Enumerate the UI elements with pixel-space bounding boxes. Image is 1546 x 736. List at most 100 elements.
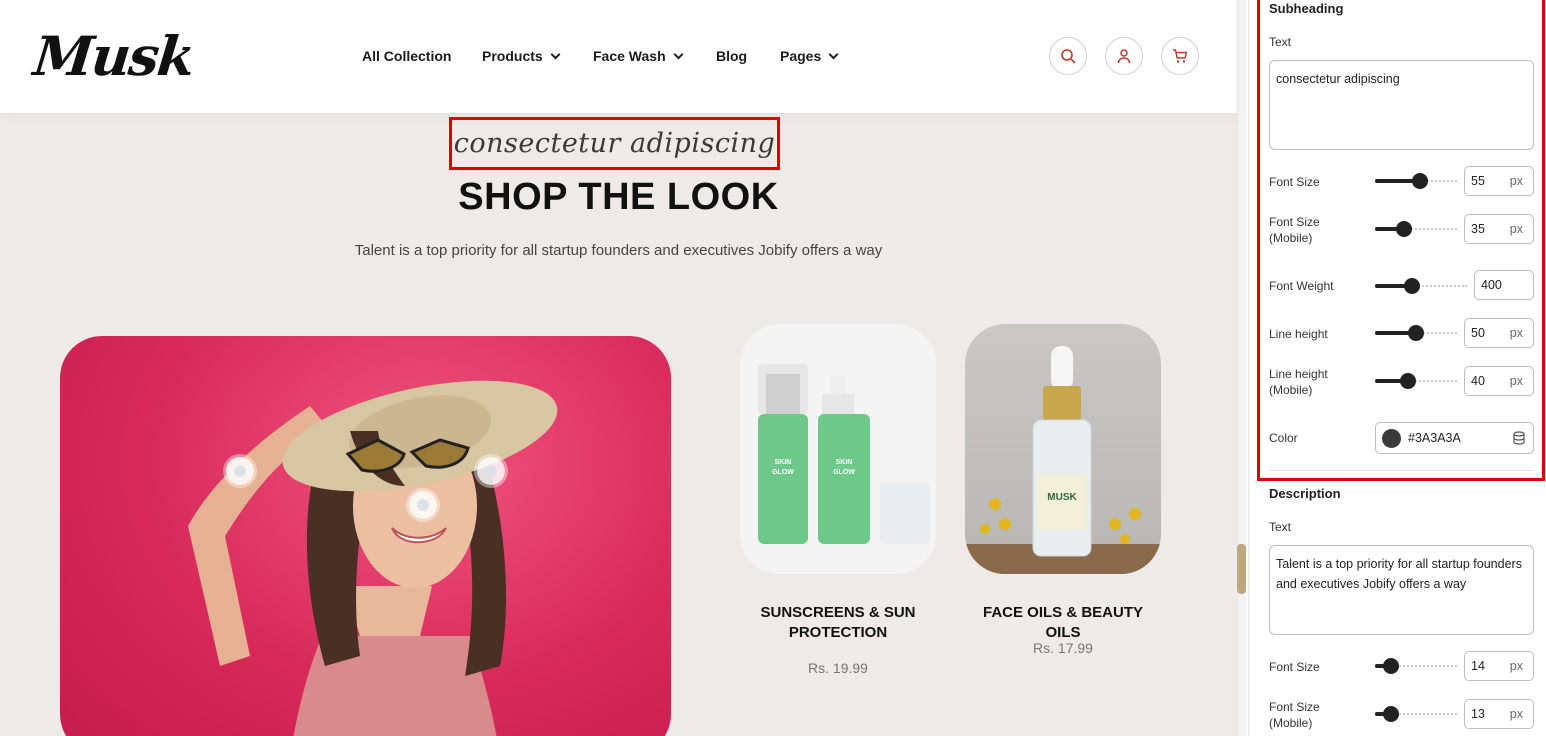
color-label: Color <box>1269 431 1298 445</box>
preview-scrollbar[interactable] <box>1237 0 1246 736</box>
line-height-slider[interactable] <box>1375 325 1457 341</box>
font-size-mobile-label: Font Size (Mobile) <box>1269 215 1320 245</box>
svg-text:SKIN: SKIN <box>775 459 792 466</box>
product-name[interactable]: FACE OILS & BEAUTY OILS <box>965 603 1161 643</box>
search-button[interactable] <box>1049 37 1087 75</box>
nav-face-wash[interactable]: Face Wash <box>593 48 684 64</box>
nav-label: Face Wash <box>593 48 666 64</box>
value: 55 <box>1471 174 1485 188</box>
logo[interactable]: Musk <box>31 24 197 88</box>
unit: px <box>1509 174 1523 188</box>
slider-handle[interactable] <box>1412 173 1429 189</box>
value: 35 <box>1471 222 1485 236</box>
svg-text:GLOW: GLOW <box>772 469 794 476</box>
scrollbar-thumb[interactable] <box>1237 544 1246 594</box>
desc-font-size-input[interactable]: 14 px <box>1464 651 1534 681</box>
slider-handle[interactable] <box>1399 373 1416 389</box>
font-size-label: Font Size <box>1269 175 1320 189</box>
section-title: SHOP THE LOOK <box>458 176 779 218</box>
slider-handle[interactable] <box>1403 278 1420 294</box>
nav-label: All Collection <box>362 48 452 64</box>
desc-font-size-mobile-slider[interactable] <box>1375 706 1457 722</box>
product-image: SKIN GLOW SKIN GLOW <box>758 364 930 544</box>
unit: px <box>1509 707 1523 721</box>
slider-handle[interactable] <box>1408 325 1424 341</box>
nav-pages[interactable]: Pages <box>780 48 839 64</box>
value: 400 <box>1481 278 1502 292</box>
svg-text:GLOW: GLOW <box>833 469 855 476</box>
svg-text:SKIN: SKIN <box>836 459 853 466</box>
text-label: Text <box>1269 520 1292 534</box>
desc-font-size-slider[interactable] <box>1375 658 1457 674</box>
hotspot-3[interactable] <box>409 491 437 519</box>
nav-label: Pages <box>780 48 822 64</box>
nav-products[interactable]: Products <box>482 48 561 64</box>
section-description: Talent is a top priority for all startup… <box>354 242 883 259</box>
slider-handle[interactable] <box>1383 706 1400 722</box>
unit: px <box>1509 326 1523 340</box>
font-size-mobile-slider[interactable] <box>1375 221 1457 237</box>
slider-handle[interactable] <box>1395 221 1412 237</box>
description-text-input[interactable]: Talent is a top priority for all startup… <box>1269 545 1534 635</box>
text-label: Text <box>1269 35 1292 49</box>
settings-panel: Subheading Text consectetur adipiscing F… <box>1248 0 1546 736</box>
value: 40 <box>1471 374 1485 388</box>
font-size-input[interactable]: 55 px <box>1464 166 1534 196</box>
store-preview: Musk All Collection Products Face Wash B… <box>0 0 1237 736</box>
description-group-title: Description <box>1269 486 1341 501</box>
color-picker[interactable]: #3A3A3A <box>1375 422 1534 454</box>
line-height-label: Line height <box>1269 327 1328 341</box>
product-card-face-oils[interactable]: MUSK <box>965 324 1161 574</box>
desc-font-size-mobile-input[interactable]: 13 px <box>1464 699 1534 729</box>
value: 50 <box>1471 326 1485 340</box>
line-height-mobile-label: Line height (Mobile) <box>1269 367 1328 397</box>
font-weight-slider[interactable] <box>1375 278 1467 294</box>
value: 14 <box>1471 659 1485 673</box>
color-value: #3A3A3A <box>1408 431 1461 445</box>
font-weight-label: Font Weight <box>1269 279 1334 293</box>
model-illustration <box>188 380 558 736</box>
user-icon <box>1117 49 1131 64</box>
unit: px <box>1509 222 1523 236</box>
nav-all-collection[interactable]: All Collection <box>362 48 451 64</box>
value: 13 <box>1471 707 1485 721</box>
slider-handle[interactable] <box>1383 658 1400 674</box>
unit: px <box>1509 374 1523 388</box>
product-card-sunscreens[interactable]: SKIN GLOW SKIN GLOW <box>740 324 936 574</box>
font-size-mobile-label: Font Size (Mobile) <box>1269 700 1320 730</box>
search-icon <box>1061 49 1076 64</box>
section-subheading: consectetur adipiscing <box>449 117 780 170</box>
font-size-label: Font Size <box>1269 660 1320 674</box>
subheading-text: consectetur adipiscing <box>453 128 776 159</box>
product-name[interactable]: SUNSCREENS & SUN PROTECTION <box>740 603 936 643</box>
chevron-down-icon <box>673 49 684 59</box>
font-size-mobile-input[interactable]: 35 px <box>1464 214 1534 244</box>
chevron-down-icon <box>550 49 561 59</box>
database-icon[interactable] <box>1513 431 1525 445</box>
cart-button[interactable] <box>1161 37 1199 75</box>
product-price: Rs. 17.99 <box>1033 640 1093 656</box>
line-height-mobile-input[interactable]: 40 px <box>1464 366 1534 396</box>
cart-icon <box>1173 49 1188 63</box>
product-image: MUSK <box>965 346 1161 574</box>
shop-the-look-image <box>60 336 671 736</box>
line-height-input[interactable]: 50 px <box>1464 318 1534 348</box>
hotspot-1[interactable] <box>226 457 254 485</box>
chevron-down-icon <box>828 49 839 59</box>
svg-text:MUSK: MUSK <box>1047 492 1077 503</box>
nav-label: Blog <box>716 48 748 64</box>
nav-blog[interactable]: Blog <box>716 48 747 64</box>
font-weight-input[interactable]: 400 <box>1474 270 1534 300</box>
nav-label: Products <box>482 48 543 64</box>
line-height-mobile-slider[interactable] <box>1375 373 1457 389</box>
font-size-slider[interactable] <box>1375 173 1457 189</box>
hotspot-2[interactable] <box>477 457 505 485</box>
site-header: Musk All Collection Products Face Wash B… <box>0 0 1237 113</box>
subheading-group-title: Subheading <box>1269 1 1344 16</box>
unit: px <box>1509 659 1523 673</box>
color-swatch[interactable] <box>1382 428 1401 448</box>
divider <box>1269 470 1534 471</box>
account-button[interactable] <box>1105 37 1143 75</box>
subheading-text-input[interactable]: consectetur adipiscing <box>1269 60 1534 150</box>
product-price: Rs. 19.99 <box>808 660 868 676</box>
